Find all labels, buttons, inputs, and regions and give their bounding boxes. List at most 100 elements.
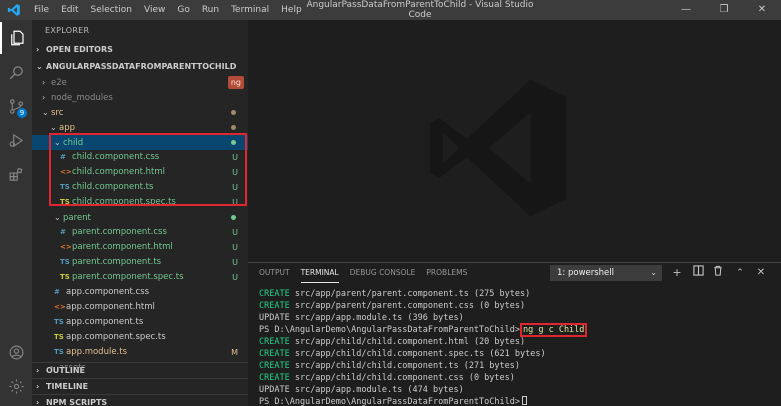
terminal-line: CREATE src/app/child/child.component.htm… bbox=[259, 336, 777, 348]
tab-debug-console[interactable]: DEBUG CONSOLE bbox=[350, 263, 416, 283]
menu-view[interactable]: View bbox=[138, 0, 171, 20]
tab-terminal[interactable]: TERMINAL bbox=[300, 263, 339, 283]
scm-badge: 9 bbox=[17, 108, 27, 118]
trash-icon[interactable] bbox=[710, 265, 726, 281]
file-label: app.component.ts bbox=[66, 317, 144, 327]
tree-file[interactable]: TS parent.component.spec.ts U bbox=[32, 270, 248, 285]
file-label: parent.component.html bbox=[72, 242, 173, 252]
terminal-line: CREATE src/app/child/child.component.ts … bbox=[259, 360, 777, 372]
terminal-text: src/app/app.module.ts (474 bytes) bbox=[289, 385, 464, 395]
file-label: parent.component.css bbox=[72, 227, 167, 237]
tab-problems[interactable]: PROBLEMS bbox=[426, 263, 467, 283]
tree-file[interactable]: # child.component.css U bbox=[32, 150, 248, 165]
terminal-line: CREATE src/app/child/child.component.css… bbox=[259, 372, 777, 384]
ts-spec-file-icon: TS bbox=[60, 198, 70, 206]
terminal-keyword: CREATE bbox=[259, 373, 290, 383]
minimize-button[interactable]: — bbox=[667, 0, 705, 20]
untracked-dot-icon bbox=[231, 215, 236, 220]
html-file-icon: <> bbox=[60, 243, 72, 251]
tree-folder-parent[interactable]: ⌄ parent bbox=[32, 210, 248, 225]
terminal-keyword: CREATE bbox=[259, 361, 290, 371]
ts-file-icon: TS bbox=[60, 258, 70, 266]
tree-file[interactable]: # parent.component.css U bbox=[32, 225, 248, 240]
terminal-prompt-line: PS D:\AngularDemo\AngularPassDataFromPar… bbox=[259, 323, 777, 337]
tree-file[interactable]: # app.component.css bbox=[32, 285, 248, 300]
chevron-right-icon: › bbox=[36, 366, 40, 375]
split-terminal-icon[interactable] bbox=[690, 265, 706, 281]
file-label: child.component.ts bbox=[72, 182, 154, 192]
git-status: U bbox=[232, 228, 238, 237]
maximize-button[interactable]: ❐ bbox=[705, 0, 743, 20]
explorer-header: EXPLORER bbox=[45, 26, 90, 35]
terminal-text: src/app/child/child.component.spec.ts (6… bbox=[289, 349, 546, 359]
terminal-select-value: 1: powershell bbox=[557, 268, 615, 278]
terminal-keyword: UPDATE bbox=[259, 385, 290, 395]
search-icon[interactable] bbox=[0, 56, 32, 88]
menu-selection[interactable]: Selection bbox=[85, 0, 138, 20]
file-label: child.component.html bbox=[72, 167, 166, 177]
terminal-select[interactable]: 1: powershell ⌄ bbox=[550, 265, 662, 281]
window-title: AngularPassDataFromParentToChild - Visua… bbox=[306, 0, 534, 20]
explorer-sidebar: EXPLORER › OPEN EDITORS ⌄ ANGULARPASSDATAF… bbox=[32, 20, 248, 406]
tree-folder-child[interactable]: ⌄ child bbox=[32, 135, 248, 150]
tree-file[interactable]: <>parent.component.html U bbox=[32, 240, 248, 255]
activity-bar: 9 bbox=[0, 20, 32, 406]
source-control-icon[interactable]: 9 bbox=[0, 90, 32, 122]
account-icon[interactable] bbox=[0, 336, 32, 368]
tree-folder-app[interactable]: ⌄ app bbox=[32, 120, 248, 135]
tree-folder-src[interactable]: ⌄ src bbox=[32, 105, 248, 120]
menu-run[interactable]: Run bbox=[196, 0, 225, 20]
vscode-window: File Edit Selection View Go Run Terminal… bbox=[0, 0, 781, 406]
tree-folder-node-modules[interactable]: › node_modules bbox=[32, 90, 248, 105]
chevron-right-icon: › bbox=[36, 382, 40, 391]
file-label: app.component.html bbox=[66, 302, 155, 312]
css-file-icon: # bbox=[54, 288, 60, 296]
settings-gear-icon[interactable] bbox=[0, 370, 32, 402]
html-file-icon: <> bbox=[54, 303, 66, 311]
new-terminal-icon[interactable]: + bbox=[669, 265, 685, 281]
close-panel-icon[interactable]: ✕ bbox=[753, 265, 769, 281]
extensions-icon[interactable] bbox=[0, 158, 32, 190]
terminal-text: src/app/child/child.component.ts (271 by… bbox=[289, 361, 521, 371]
npm-scripts-section[interactable]: › NPM SCRIPTS bbox=[32, 394, 248, 406]
terminal-keyword: CREATE bbox=[259, 337, 290, 347]
tree-file[interactable]: TS parent.component.ts U bbox=[32, 255, 248, 270]
file-label: parent.component.ts bbox=[72, 257, 162, 267]
tree-file[interactable]: TS app.module.ts M bbox=[32, 345, 248, 360]
bottom-panel: OUTPUT TERMINAL DEBUG CONSOLE PROBLEMS 1… bbox=[248, 262, 781, 406]
git-status: U bbox=[232, 183, 238, 192]
open-editors-section[interactable]: › OPEN EDITORS bbox=[32, 42, 248, 58]
file-label: app.component.spec.ts bbox=[66, 332, 166, 342]
tree-file[interactable]: TS child.component.ts U bbox=[32, 180, 248, 195]
chevron-down-icon: ⌄ bbox=[36, 62, 43, 71]
terminal-keyword: CREATE bbox=[259, 349, 290, 359]
tree-folder-e2e[interactable]: › e2e ng bbox=[32, 75, 248, 90]
outline-label: OUTLINE bbox=[46, 366, 85, 375]
close-window-button[interactable]: ✕ bbox=[743, 0, 781, 20]
chevron-down-icon: ⌄ bbox=[650, 268, 657, 277]
outline-section[interactable]: › OUTLINE bbox=[32, 362, 248, 378]
tree-file[interactable]: <>app.component.html bbox=[32, 300, 248, 315]
terminal-prompt-line: PS D:\AngularDemo\AngularPassDataFromPar… bbox=[259, 396, 777, 406]
file-label: child.component.css bbox=[72, 152, 160, 162]
timeline-section[interactable]: › TIMELINE bbox=[32, 378, 248, 394]
menu-edit[interactable]: Edit bbox=[55, 0, 84, 20]
terminal-output[interactable]: CREATE src/app/parent/parent.component.t… bbox=[259, 288, 777, 406]
tree-file[interactable]: TS app.component.spec.ts bbox=[32, 330, 248, 345]
run-debug-icon[interactable] bbox=[0, 124, 32, 156]
tab-output[interactable]: OUTPUT bbox=[259, 263, 290, 283]
menu-terminal[interactable]: Terminal bbox=[225, 0, 275, 20]
vscode-logo-icon bbox=[0, 0, 28, 20]
menu-file[interactable]: File bbox=[28, 0, 55, 20]
menu-go[interactable]: Go bbox=[171, 0, 195, 20]
folder-label: app bbox=[59, 123, 75, 133]
explorer-icon[interactable] bbox=[0, 22, 32, 54]
tree-file[interactable]: <>child.component.html U bbox=[32, 165, 248, 180]
tree-file[interactable]: TS app.component.ts bbox=[32, 315, 248, 330]
maximize-panel-icon[interactable]: ⌃ bbox=[732, 265, 748, 281]
project-section[interactable]: ⌄ ANGULARPASSDATAFROMPARENTTOCHILD bbox=[32, 59, 248, 75]
file-label: app.component.css bbox=[66, 287, 150, 297]
tree-file[interactable]: TS child.component.spec.ts U bbox=[32, 195, 248, 210]
ts-file-icon: TS bbox=[60, 183, 70, 191]
folder-label: node_modules bbox=[51, 93, 113, 103]
